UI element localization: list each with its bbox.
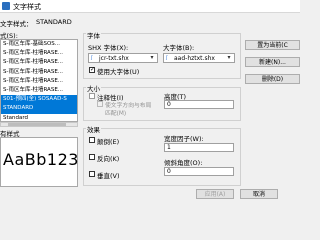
shx-font-dropdown[interactable]: ʃ jcr-txt.shx ▾ [88, 53, 158, 63]
delete-style-button[interactable]: 删除(D) [245, 74, 300, 84]
use-bigfont-label: 使用大字体(U) [97, 68, 140, 76]
upside-down-checkbox[interactable] [89, 137, 95, 143]
shx-file-icon: ʃ [91, 55, 93, 61]
shx-font-value: jcr-txt.shx [99, 55, 129, 62]
chevron-down-icon[interactable]: ▾ [225, 54, 233, 62]
list-item[interactable]: Standard [1, 114, 77, 122]
effects-group-label: 效果 [86, 124, 101, 134]
window-title: 文字样式 [13, 3, 41, 11]
list-item[interactable]: S-雨区车库-基础SOS... [1, 40, 77, 49]
list-item[interactable]: S-雨区车库-柱墙RASE... [1, 77, 77, 86]
set-current-button[interactable]: 置为当前(C [245, 40, 300, 50]
backwards-label: 反向(K) [97, 155, 120, 163]
shx-font-label: SHX 字体(X): [88, 44, 129, 52]
scrollbar-thumb[interactable] [8, 123, 66, 126]
list-item[interactable]: S-雨区车库-柱墙RASE... [1, 68, 77, 77]
use-bigfont-checkbox[interactable] [89, 66, 95, 73]
match-orientation-label-2: 匹配(M) [105, 111, 127, 117]
shx-file-icon: ʃ [166, 55, 168, 61]
backwards-checkbox[interactable] [89, 154, 95, 160]
preview-text: AaBb123 [3, 150, 79, 169]
chevron-down-icon[interactable]: ▾ [148, 54, 156, 62]
list-item[interactable]: STANDARD [1, 104, 77, 114]
cancel-button[interactable]: 取消 [240, 189, 278, 199]
list-item[interactable]: S01-预四(全) SOSAAD-S [1, 95, 77, 105]
current-style-label: 文字样式： [0, 20, 33, 28]
bigfont-value: aad-hztxt.shx [174, 55, 215, 62]
styles-list[interactable]: S-雨区车库-基础SOS... S-雨区车库-柱墙RASE... S-雨区车库-柱墙… [0, 39, 78, 122]
list-item[interactable]: S-雨区车库-柱墙RASE... [1, 58, 77, 67]
current-style-value: STANDARD [36, 18, 72, 26]
height-input[interactable]: 0 [164, 100, 234, 109]
app-icon [2, 2, 10, 10]
width-factor-input[interactable]: 1 [164, 143, 234, 152]
width-factor-label: 宽度因子(W): [164, 135, 204, 143]
list-item[interactable]: S-雨区车库-柱墙RASE... [1, 86, 77, 95]
oblique-angle-label: 倾斜角度(O): [164, 159, 203, 167]
vertical-checkbox[interactable] [89, 171, 95, 177]
oblique-angle-input[interactable]: 0 [164, 167, 234, 176]
vertical-label: 垂直(V) [97, 172, 120, 180]
new-style-button[interactable]: 新建(N)... [245, 57, 300, 67]
bigfont-dropdown[interactable]: ʃ aad-hztxt.shx ▾ [163, 53, 235, 63]
apply-button[interactable]: 应用(A) [196, 189, 234, 199]
bigfont-label: 大字体(B): [163, 44, 195, 52]
font-group-label: 字体 [86, 30, 101, 40]
match-orientation-checkbox[interactable] [97, 101, 103, 107]
upside-down-label: 颠倒(E) [97, 138, 120, 146]
list-item[interactable]: S-雨区车库-柱墙RASE... [1, 49, 77, 58]
annotative-checkbox[interactable] [89, 93, 95, 99]
window-titlebar [0, 0, 300, 13]
